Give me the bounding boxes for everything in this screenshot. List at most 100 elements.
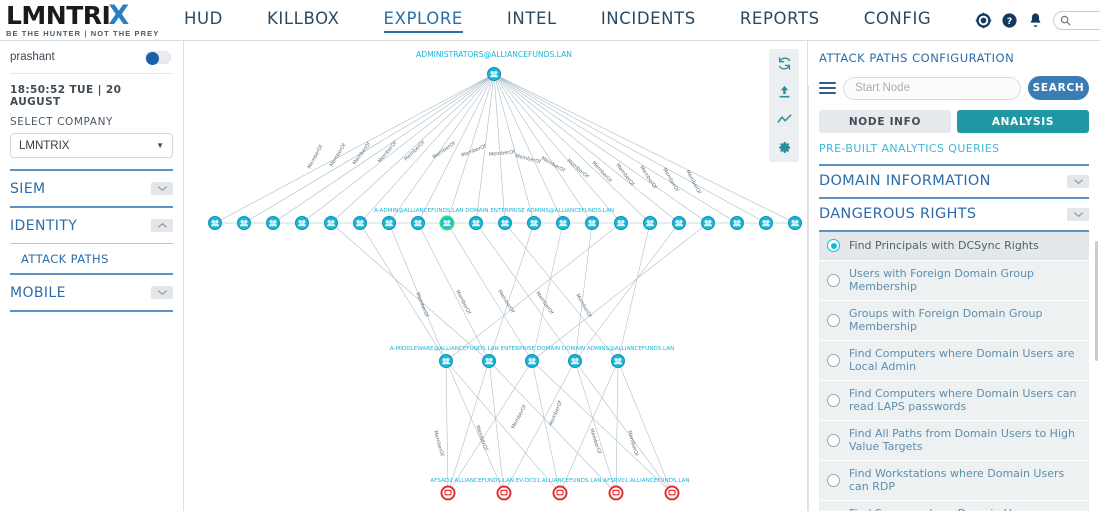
query-label: Find Computers where Domain Users can re…: [849, 386, 1077, 414]
gear-icon[interactable]: [975, 12, 992, 29]
query-label: Find Servers where Domain Users can RDP: [849, 507, 1081, 511]
user-name: prashant: [10, 51, 55, 63]
toggle-knob: [146, 51, 159, 65]
start-node-search-row: SEARCH: [819, 76, 1089, 100]
graph-tier4-label: AFSAD2.ALLIANCEFUNDS.LAN EV-DC01.ALLIANC…: [430, 478, 689, 484]
svg-text:MemberOf: MemberOf: [329, 142, 348, 168]
svg-text:MemberOf: MemberOf: [574, 293, 592, 319]
attack-path-graph[interactable]: MemberOf MemberOf MemberOf MemberOf Memb…: [184, 41, 807, 511]
chevron-down-icon[interactable]: [1067, 207, 1089, 221]
svg-text:MemberOf: MemberOf: [496, 289, 515, 315]
radio-button[interactable]: [827, 433, 840, 447]
svg-text:MemberOf: MemberOf: [489, 149, 516, 158]
radio-button[interactable]: [827, 353, 840, 367]
nav-items: HUD KILLBOX EXPLORE INTEL INCIDENTS REPO…: [184, 0, 975, 41]
radio-button[interactable]: [827, 273, 840, 287]
query-list: Find Principals with DCSync Rights Users…: [819, 231, 1089, 511]
sidebar-section-siem[interactable]: SIEM: [10, 169, 173, 206]
tab-node-info[interactable]: NODE INFO: [819, 110, 951, 133]
graph-tier2-nodes: [208, 215, 802, 231]
nav-item-killbox[interactable]: KILLBOX: [267, 0, 340, 41]
radio-button[interactable]: [827, 239, 840, 252]
brand-logo-text: LMNTRIX: [6, 0, 184, 31]
svg-text:MemberOf: MemberOf: [454, 289, 471, 315]
sidebar-item-attack-paths[interactable]: ATTACK PATHS: [10, 243, 173, 273]
svg-text:MemberOf: MemberOf: [626, 430, 639, 457]
svg-text:MemberOf: MemberOf: [510, 404, 528, 430]
accordion-dangerous-rights-label: DANGEROUS RIGHTS: [819, 206, 977, 223]
query-item[interactable]: Find All Paths from Domain Users to High…: [819, 420, 1089, 461]
search-button[interactable]: SEARCH: [1028, 76, 1089, 100]
brand-tagline-right: NOT THE PREY: [90, 29, 160, 38]
accordion-domain-information[interactable]: DOMAIN INFORMATION: [819, 164, 1089, 197]
refresh-icon[interactable]: [777, 56, 792, 71]
attack-paths-config-panel: ATTACK PATHS CONFIGURATION SEARCH NODE I…: [808, 41, 1100, 511]
query-item[interactable]: Users with Foreign Domain Group Membersh…: [819, 260, 1089, 301]
accordion-domain-information-label: DOMAIN INFORMATION: [819, 173, 991, 190]
global-search[interactable]: [1053, 10, 1100, 30]
sidebar-section-identity[interactable]: IDENTITY: [10, 206, 173, 243]
svg-text:MemberOf: MemberOf: [403, 140, 426, 163]
graph-tier4-nodes: [440, 485, 680, 501]
svg-text:MemberOf: MemberOf: [566, 158, 590, 180]
panel-title: ATTACK PATHS CONFIGURATION: [819, 51, 1015, 65]
search-icon: [1061, 15, 1071, 26]
graph-tier2-label: A-ADMIN@ALLIANCEFUNDS.LAN DOMAIN ENTERPR…: [374, 208, 614, 214]
hamburger-icon[interactable]: [819, 82, 836, 94]
svg-text:MemberOf: MemberOf: [352, 141, 372, 166]
sidebar-section-identity-label: IDENTITY: [10, 217, 78, 234]
nav-item-reports[interactable]: REPORTS: [740, 0, 820, 41]
nav-item-incidents[interactable]: INCIDENTS: [601, 0, 696, 41]
brand-tagline: BE THE HUNTER | NOT THE PREY: [6, 29, 184, 38]
tab-analysis[interactable]: ANALYSIS: [957, 110, 1089, 133]
accordion-dangerous-rights[interactable]: DANGEROUS RIGHTS: [819, 196, 1089, 230]
sidebar-section-mobile[interactable]: MOBILE: [10, 273, 173, 310]
brand-logo[interactable]: LMNTRIX BE THE HUNTER | NOT THE PREY: [0, 2, 184, 38]
graph-tier3-nodes: [439, 354, 625, 368]
left-sidebar: prashant 18:50:52 TUE | 20 AUGUST SELECT…: [0, 41, 184, 511]
app-body: prashant 18:50:52 TUE | 20 AUGUST SELECT…: [0, 41, 1100, 511]
query-label: Find Principals with DCSync Rights: [849, 238, 1039, 252]
brand-name: LMNTRIX: [6, 0, 129, 31]
chevron-down-icon[interactable]: [151, 182, 173, 195]
query-item[interactable]: Find Principals with DCSync Rights: [819, 231, 1089, 261]
radio-button[interactable]: [827, 473, 840, 487]
trend-icon[interactable]: [777, 112, 792, 127]
user-row: prashant: [10, 41, 173, 74]
select-company-label: SELECT COMPANY: [10, 116, 114, 128]
panel-scrollbar[interactable]: [1095, 241, 1098, 361]
chevron-up-icon[interactable]: [151, 219, 173, 232]
query-item[interactable]: Find Computers where Domain Users are Lo…: [819, 340, 1089, 381]
nav-item-config[interactable]: CONFIG: [864, 0, 932, 41]
graph-canvas[interactable]: MemberOf MemberOf MemberOf MemberOf Memb…: [184, 41, 808, 511]
query-item[interactable]: Find Computers where Domain Users can re…: [819, 380, 1089, 421]
query-label: Find Workstations where Domain Users can…: [849, 466, 1065, 494]
query-label: Find Computers where Domain Users are Lo…: [849, 346, 1075, 374]
nav-item-intel[interactable]: INTEL: [507, 0, 557, 41]
query-item[interactable]: Find Workstations where Domain Users can…: [819, 460, 1089, 501]
svg-text:MemberOf: MemberOf: [461, 143, 488, 158]
start-node-input[interactable]: [843, 76, 1021, 100]
svg-text:MemberOf: MemberOf: [614, 163, 635, 188]
radio-button[interactable]: [827, 313, 840, 327]
user-status-toggle[interactable]: [145, 50, 171, 65]
company-select[interactable]: LMNTRIX ▼: [10, 133, 173, 158]
gear-icon[interactable]: [777, 140, 792, 155]
query-item[interactable]: Groups with Foreign Domain Group Members…: [819, 300, 1089, 341]
bell-icon[interactable]: [1027, 12, 1044, 29]
company-select-value: LMNTRIX: [19, 139, 70, 152]
query-item[interactable]: Find Servers where Domain Users can RDP: [819, 500, 1089, 511]
svg-text:MemberOf: MemberOf: [474, 425, 489, 452]
prebuilt-analytics-queries-link[interactable]: PRE-BUILT ANALYTICS QUERIES: [819, 142, 1089, 155]
chevron-down-icon[interactable]: [1067, 174, 1089, 188]
sidebar-section-mobile-label: MOBILE: [10, 284, 66, 301]
chevron-down-icon[interactable]: [151, 286, 173, 299]
global-search-input[interactable]: [1075, 14, 1100, 26]
upload-icon[interactable]: [777, 84, 792, 99]
sidebar-section-siem-label: SIEM: [10, 180, 46, 197]
graph-root-label: ADMINISTRATORS@ALLIANCEFUNDS.LAN: [416, 50, 572, 59]
help-icon[interactable]: ?: [1001, 12, 1018, 29]
radio-button[interactable]: [827, 393, 840, 407]
nav-item-explore[interactable]: EXPLORE: [383, 0, 464, 41]
nav-item-hud[interactable]: HUD: [184, 0, 223, 41]
